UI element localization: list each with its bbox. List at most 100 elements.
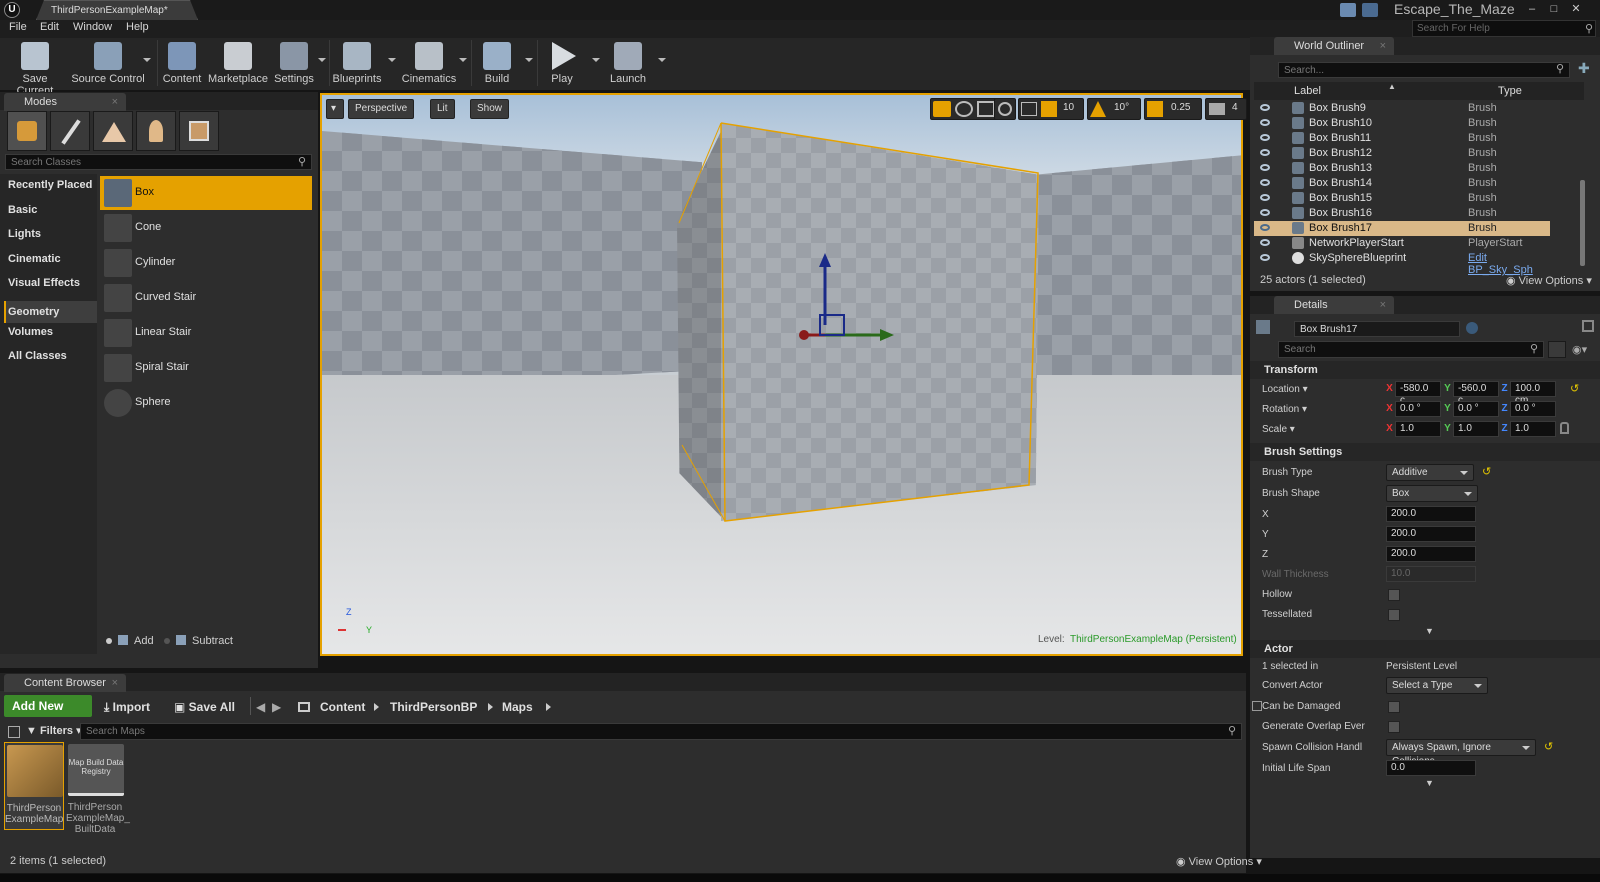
breadcrumb-maps[interactable]: Maps <box>502 696 533 718</box>
visibility-eye-icon[interactable] <box>1260 194 1270 201</box>
add-new-button[interactable]: Add New <box>4 695 92 717</box>
visibility-eye-icon[interactable] <box>1260 119 1270 126</box>
import-button[interactable]: ⤓ Import <box>104 696 150 718</box>
reset-to-default-icon[interactable]: ↺ <box>1482 465 1491 478</box>
document-tab[interactable]: ThirdPersonExampleMap* <box>36 0 198 20</box>
shape-curved-stair[interactable]: Curved Stair <box>100 281 312 315</box>
foliage-mode-button[interactable] <box>136 111 176 151</box>
paint-mode-button[interactable] <box>50 111 90 151</box>
breadcrumb-separator[interactable] <box>488 703 493 711</box>
category-lights[interactable]: Lights <box>8 228 41 240</box>
outliner-row[interactable]: Box Brush10 Brush <box>1254 116 1550 131</box>
visibility-eye-icon[interactable] <box>1260 164 1270 171</box>
expand-advanced-icon[interactable]: ▼ <box>1425 626 1434 636</box>
show-button[interactable]: Show <box>470 99 510 119</box>
visibility-eye-icon[interactable] <box>1260 239 1270 246</box>
play-dropdown-arrow[interactable] <box>592 58 600 62</box>
edit-blueprint-link[interactable]: Edit BP_Sky_Sph <box>1468 252 1550 276</box>
notification-icon[interactable] <box>1340 3 1356 17</box>
camera-speed-value[interactable]: 4 <box>1232 102 1238 113</box>
asset-tile[interactable]: Map Build Data Registry ThirdPerson Exam… <box>66 742 130 835</box>
translate-icon[interactable] <box>933 101 951 117</box>
launch-button[interactable]: Launch <box>604 40 652 88</box>
launch-dropdown-arrow[interactable] <box>658 58 666 62</box>
visibility-eye-icon[interactable] <box>1260 149 1270 156</box>
spawn-collision-dropdown[interactable]: Always Spawn, Ignore Collisions <box>1386 739 1536 767</box>
outliner-row[interactable]: Box Brush12 Brush <box>1254 146 1550 161</box>
search-maps-input[interactable]: Search Maps <box>80 723 1242 740</box>
outliner-row[interactable]: Box Brush13 Brush <box>1254 161 1550 176</box>
outliner-search-input[interactable]: Search... <box>1278 62 1570 78</box>
visibility-eye-icon[interactable] <box>1260 179 1270 186</box>
cinematics-button[interactable]: Cinematics <box>400 40 458 88</box>
category-volumes[interactable]: Volumes <box>8 326 53 338</box>
rotation-x-field[interactable]: 0.0 ° <box>1395 401 1441 417</box>
outliner-row[interactable]: Box Brush11 Brush <box>1254 131 1550 146</box>
category-recently-placed[interactable]: Recently Placed <box>8 179 92 191</box>
breadcrumb-separator[interactable] <box>374 703 379 711</box>
location-y-field[interactable]: -560.0 c <box>1453 381 1499 406</box>
location-z-field[interactable]: 100.0 cm <box>1510 381 1556 406</box>
source-control-dropdown-arrow[interactable] <box>143 58 151 62</box>
subtract-radio[interactable] <box>164 638 170 644</box>
settings-button[interactable]: Settings <box>272 40 316 88</box>
menu-help[interactable]: Help <box>126 21 149 33</box>
add-radio[interactable] <box>106 638 112 644</box>
breadcrumb-content[interactable]: Content <box>320 696 365 718</box>
add-folder-icon[interactable]: ✚ <box>1578 60 1590 77</box>
brush-shape-dropdown[interactable]: Box <box>1386 485 1478 502</box>
play-button[interactable]: Play <box>540 40 584 88</box>
visibility-eye-icon[interactable] <box>1260 209 1270 216</box>
label-column-header[interactable]: Label <box>1294 85 1321 97</box>
convert-actor-dropdown[interactable]: Select a Type <box>1386 677 1488 694</box>
scale-snap-value[interactable]: 0.25 <box>1171 102 1190 113</box>
menu-file[interactable]: File <box>9 21 27 33</box>
build-button[interactable]: Build <box>476 40 518 88</box>
scale-y-field[interactable]: 1.0 <box>1453 421 1499 437</box>
help-icon[interactable] <box>1466 322 1478 334</box>
outliner-row[interactable]: Box Brush14 Brush <box>1254 176 1550 191</box>
shape-spiral-stair[interactable]: Spiral Stair <box>100 351 312 385</box>
scale-icon[interactable] <box>977 101 995 117</box>
generate-overlap-checkbox[interactable] <box>1388 721 1400 733</box>
property-matrix-button[interactable] <box>1548 341 1566 358</box>
rotation-z-field[interactable]: 0.0 ° <box>1510 401 1556 417</box>
scale-label[interactable]: Scale ▾ <box>1262 424 1295 435</box>
filters-button[interactable]: ▼ Filters ▾ <box>26 724 82 737</box>
location-label[interactable]: Location ▾ <box>1262 384 1308 395</box>
shape-cylinder[interactable]: Cylinder <box>100 246 312 280</box>
scale-z-field[interactable]: 1.0 <box>1510 421 1556 437</box>
lock-icon[interactable] <box>1582 320 1594 332</box>
brush-x-field[interactable]: 200.0 <box>1386 506 1476 522</box>
source-control-button[interactable]: Source Control <box>70 40 146 88</box>
menu-edit[interactable]: Edit <box>40 21 59 33</box>
camera-speed-icon[interactable] <box>1209 103 1225 115</box>
outliner-row[interactable]: Box Brush9 Brush <box>1254 101 1550 116</box>
brush-z-field[interactable]: 200.0 <box>1386 546 1476 562</box>
rotation-y-field[interactable]: 0.0 ° <box>1453 401 1499 417</box>
outliner-row[interactable]: SkySphereBlueprint Edit BP_Sky_Sph <box>1254 251 1550 276</box>
shape-sphere[interactable]: Sphere <box>100 386 312 420</box>
actor-section-header[interactable]: Actor <box>1250 640 1600 658</box>
rotation-snap-value[interactable]: 10° <box>1114 102 1129 113</box>
type-column-header[interactable]: Type <box>1498 85 1522 97</box>
breadcrumb-separator[interactable] <box>546 703 551 711</box>
visibility-eye-icon[interactable] <box>1260 254 1270 261</box>
source-control-status-icon[interactable] <box>1362 3 1378 17</box>
blueprints-button[interactable]: Blueprints <box>332 40 382 88</box>
scale-x-field[interactable]: 1.0 <box>1395 421 1441 437</box>
outliner-view-options[interactable]: ◉ View Options ▾ <box>1506 274 1592 287</box>
marketplace-button[interactable]: Marketplace <box>206 40 270 88</box>
category-geometry[interactable]: Geometry <box>8 306 59 318</box>
rotate-icon[interactable] <box>955 101 973 117</box>
category-visual-effects[interactable]: Visual Effects <box>8 277 80 289</box>
visibility-options-icon[interactable]: ◉▾ <box>1572 343 1587 356</box>
reset-to-default-icon[interactable]: ↺ <box>1544 740 1553 753</box>
can-be-damaged-checkbox[interactable] <box>1388 701 1400 713</box>
help-search-input[interactable]: Search For Help <box>1412 20 1596 37</box>
geometry-mode-button[interactable] <box>179 111 219 151</box>
perspective-button[interactable]: Perspective <box>348 99 415 119</box>
outliner-scrollbar[interactable] <box>1580 180 1585 266</box>
sources-panel-toggle-icon[interactable] <box>8 726 20 738</box>
shape-linear-stair[interactable]: Linear Stair <box>100 316 312 350</box>
